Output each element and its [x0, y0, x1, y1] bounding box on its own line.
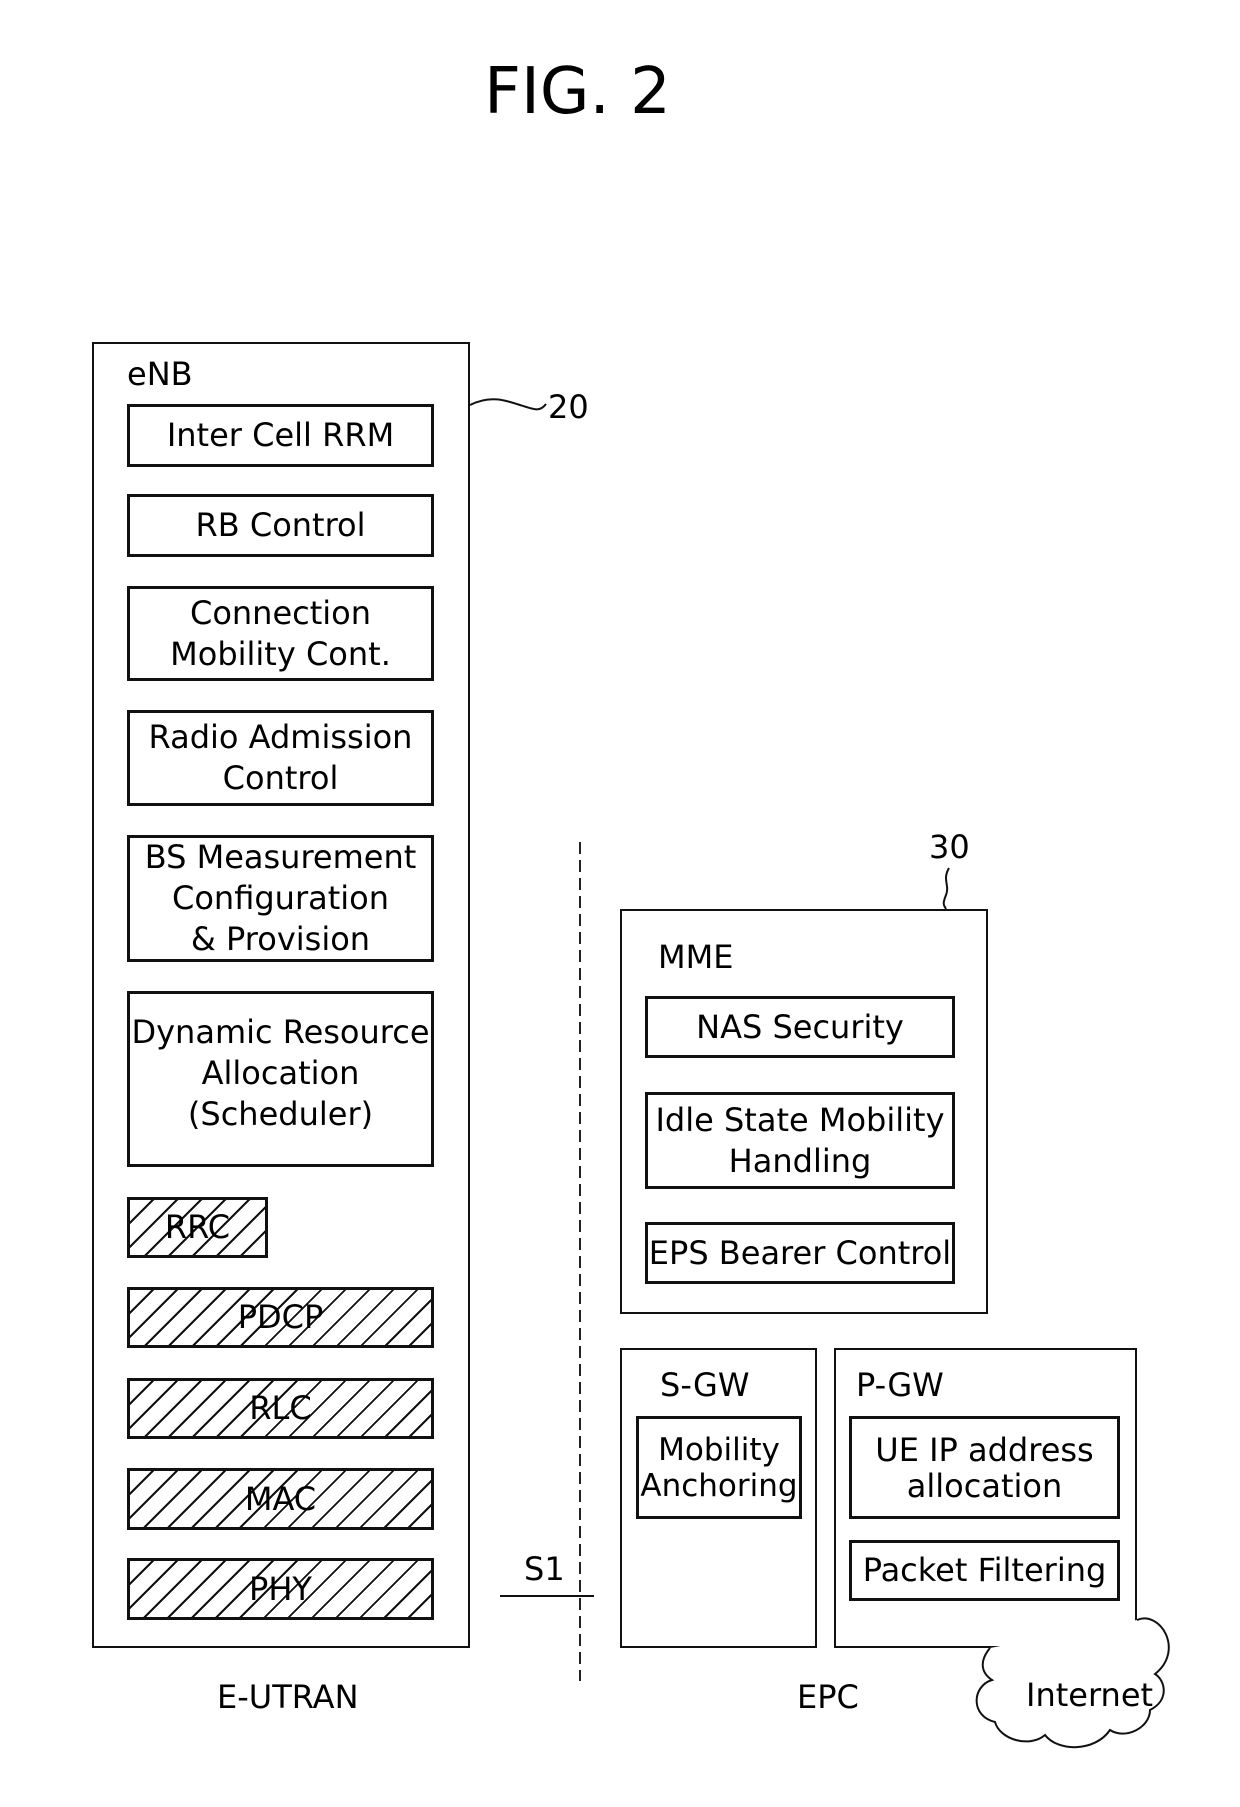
enb-reference-leader	[469, 398, 547, 411]
epc-reference-leader	[942, 867, 950, 910]
internet-label: Internet	[1026, 1676, 1154, 1714]
diagram-lines	[469, 398, 1170, 1749]
